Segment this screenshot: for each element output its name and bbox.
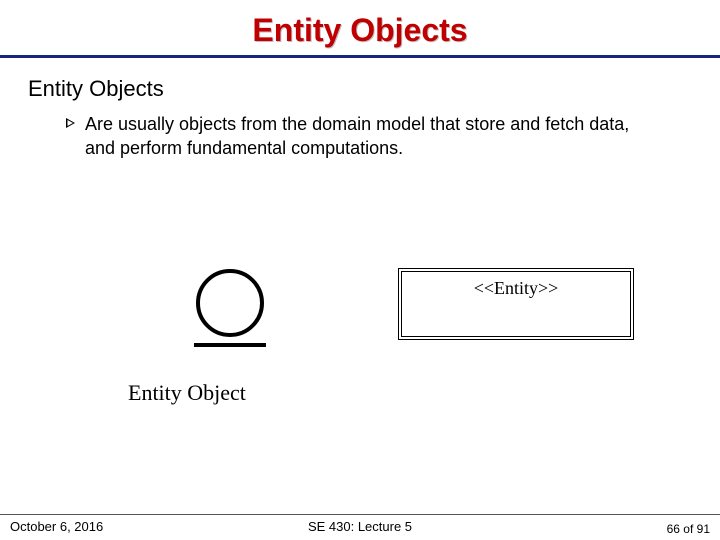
entity-object-icon — [190, 265, 270, 358]
bullet-text: Are usually objects from the domain mode… — [85, 112, 660, 161]
slide-title: Entity Objects — [0, 0, 720, 55]
chevron-right-icon — [66, 118, 75, 128]
title-rule — [0, 55, 720, 58]
bullet-item: Are usually objects from the domain mode… — [66, 112, 660, 161]
footer: October 6, 2016 SE 430: Lecture 5 66 of … — [0, 514, 720, 540]
section-heading: Entity Objects — [28, 76, 720, 102]
stereotype-label: <<Entity>> — [398, 278, 634, 299]
stereotype-box: <<Entity>> — [398, 268, 634, 340]
slide: Entity Objects Entity Objects Are usuall… — [0, 0, 720, 540]
footer-course: SE 430: Lecture 5 — [0, 519, 720, 534]
footer-page: 66 of 91 — [667, 522, 710, 536]
entity-caption: Entity Object — [128, 380, 246, 406]
